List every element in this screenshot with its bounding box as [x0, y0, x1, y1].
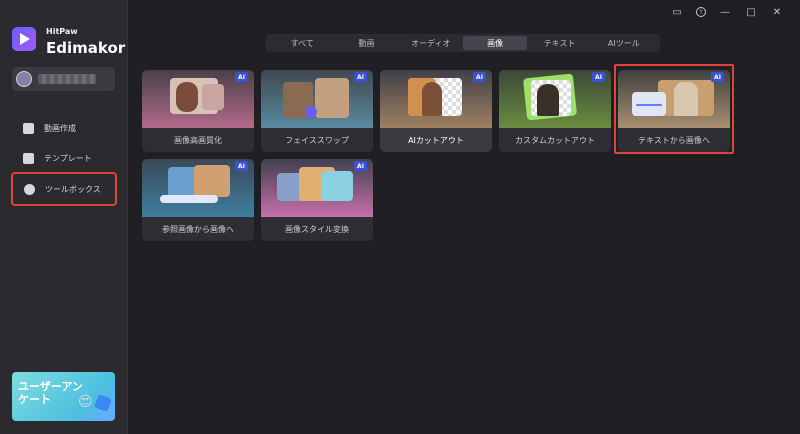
info-icon[interactable]: ! [696, 7, 706, 17]
tool-card-face-swap[interactable]: AI フェイススワップ [261, 70, 373, 152]
ai-badge: AI [592, 72, 605, 82]
template-icon [23, 152, 34, 164]
sidebar-item-label: テンプレート [44, 153, 92, 163]
category-tabs: すべて 動画 オーディオ 画像 テキスト AIツール [266, 34, 660, 52]
card-label: フェイススワップ [285, 135, 349, 145]
ai-badge: AI [235, 72, 248, 82]
minimize-icon[interactable]: — [718, 5, 732, 19]
brand-name: Edimakor [46, 39, 126, 57]
ai-badge: AI [354, 161, 367, 171]
sidebar: HitPaw Edimakor 動画作成 テンプレート ツールボックス ユーザー… [0, 0, 128, 434]
tab-text[interactable]: テキスト [527, 36, 591, 50]
card-label: カスタムカットアウト [515, 135, 595, 145]
ai-badge: AI [354, 72, 367, 82]
ai-badge: AI [473, 72, 486, 82]
tool-card-image-enhance[interactable]: AI 画像高画質化 [142, 70, 254, 152]
tool-card-custom-cutout[interactable]: AI カスタムカットアウト [499, 70, 611, 152]
avatar[interactable] [16, 71, 32, 87]
home-icon [23, 122, 34, 134]
user-account[interactable] [12, 67, 115, 91]
tab-audio[interactable]: オーディオ [399, 36, 463, 50]
sidebar-item-templates[interactable]: テンプレート [12, 142, 116, 174]
tool-card-ai-cutout[interactable]: AI AIカットアウト [380, 70, 492, 152]
card-label: テキストから画像へ [638, 135, 710, 145]
tab-all[interactable]: すべて [270, 36, 334, 50]
ai-badge: AI [235, 161, 248, 171]
brand-small: HitPaw [46, 27, 78, 36]
card-label: AIカットアウト [408, 135, 464, 145]
tool-card-image-to-image[interactable]: AI 参照画像から画像へ [142, 159, 254, 241]
card-label: 画像スタイル変換 [285, 224, 349, 234]
sidebar-item-create-video[interactable]: 動画作成 [12, 112, 116, 144]
close-icon[interactable]: ✕ [770, 5, 784, 19]
tool-card-style-transfer[interactable]: AI 画像スタイル変換 [261, 159, 373, 241]
tab-image[interactable]: 画像 [462, 36, 528, 50]
tab-video[interactable]: 動画 [334, 36, 398, 50]
ai-badge: AI [711, 72, 724, 82]
username-blurred [38, 74, 96, 84]
window-controls: ▭ ! — □ ✕ [670, 5, 784, 19]
card-label: 参照画像から画像へ [162, 224, 234, 234]
arrow-icon [94, 394, 112, 412]
sidebar-item-label: ツールボックス [45, 184, 101, 194]
survey-banner[interactable]: ユーザーアンケート 😍 [12, 372, 115, 421]
toolbox-icon [24, 183, 35, 195]
edimakor-logo-icon [12, 27, 36, 51]
card-label: 画像高画質化 [174, 135, 222, 145]
sidebar-item-label: 動画作成 [44, 123, 76, 133]
tool-card-text-to-image[interactable]: AI テキストから画像へ [618, 70, 730, 152]
sidebar-item-toolbox[interactable]: ツールボックス [11, 172, 117, 206]
maximize-icon[interactable]: □ [744, 5, 758, 19]
tab-ai-tools[interactable]: AIツール [592, 36, 656, 50]
feedback-icon[interactable]: ▭ [670, 5, 684, 19]
smiley-icon: 😍 [78, 394, 93, 410]
